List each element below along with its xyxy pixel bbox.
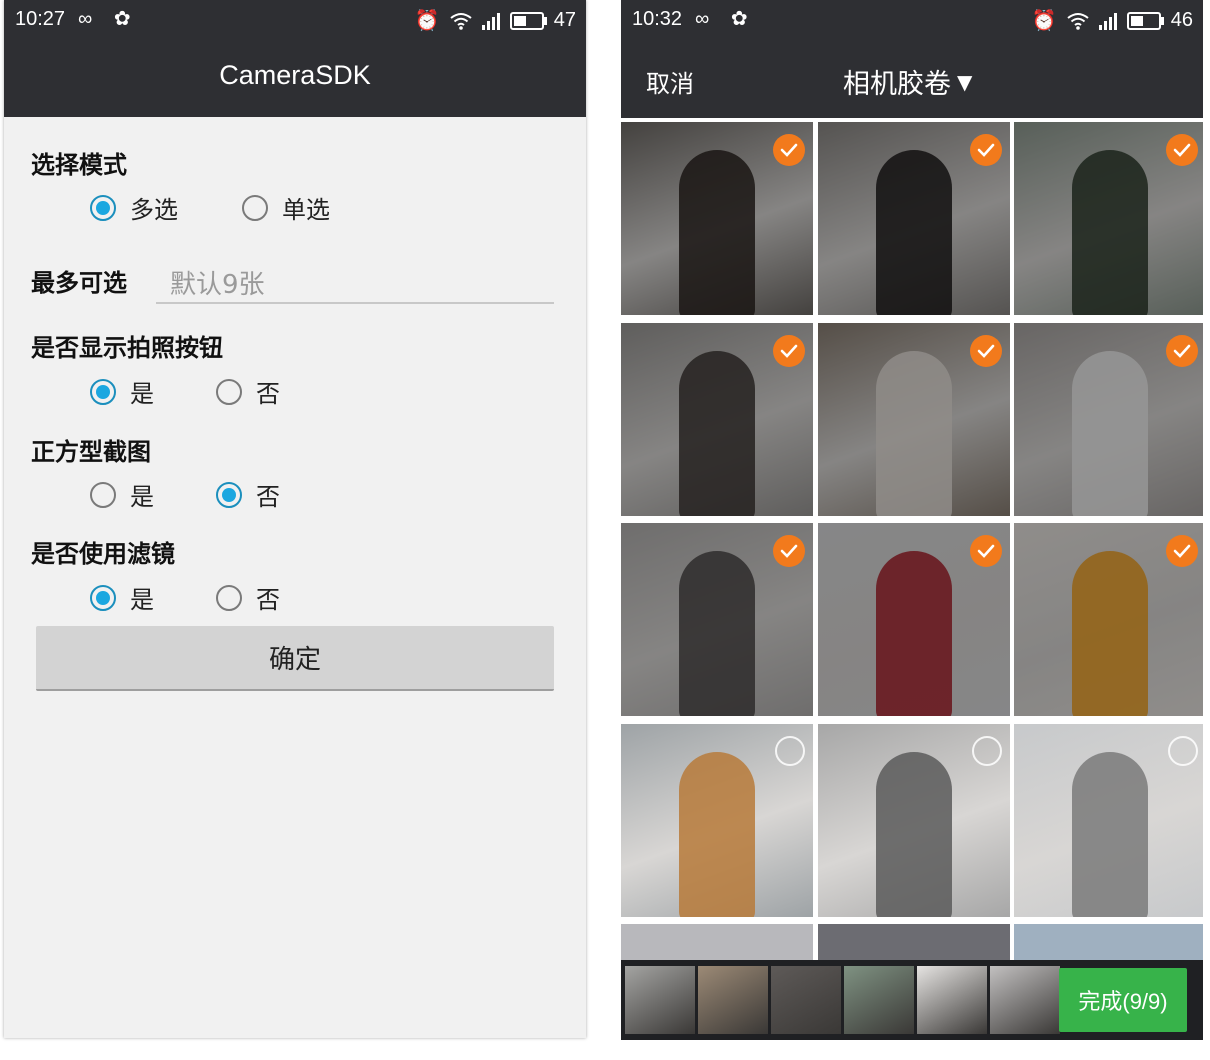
photo-subject [1072,752,1148,917]
battery-level: 46 [1170,9,1193,31]
radio-multi[interactable]: 多选 [90,190,178,225]
checkmark-icon[interactable] [970,535,1002,567]
config-screen: 10:27 ∞ ✿ ⏰ 47 CameraSDK 选择模式 多选 单选 最多可选… [4,0,586,1038]
wifi-icon [450,12,472,30]
selected-thumbnail[interactable] [990,966,1060,1034]
radio-filter-yes-label: 是 [130,586,154,614]
radio-filter-no-label: 否 [256,586,280,614]
selected-thumbnail[interactable] [771,966,841,1034]
max-select-input[interactable]: 默认9张 [156,264,554,304]
notification-icons: ∞ ✿ [695,8,756,30]
radio-camera-no-circle[interactable] [216,378,242,405]
photo-cell[interactable] [1014,924,1203,964]
checkmark-icon[interactable] [1166,134,1198,166]
wifi-icon [1067,12,1089,30]
photo-cell[interactable] [1014,523,1203,716]
radio-crop-no[interactable]: 否 [216,477,280,512]
checkmark-icon[interactable] [773,335,805,367]
select-mode-label: 选择模式 [31,151,127,179]
signal-icon [1098,12,1117,30]
app-bar: 10:27 ∞ ✿ ⏰ 47 CameraSDK [4,0,586,117]
radio-multi-circle[interactable] [90,194,116,221]
photo-cell[interactable] [818,724,1010,917]
radio-camera-no[interactable]: 否 [216,374,280,409]
radio-single-circle[interactable] [242,194,268,221]
photo-cell[interactable] [621,523,813,716]
select-circle-icon[interactable] [1168,736,1198,766]
album-selector[interactable]: 相机胶卷 ▼ [843,62,972,101]
radio-camera-yes-label: 是 [130,380,154,408]
photo-cell[interactable] [621,924,813,964]
checkmark-icon[interactable] [970,134,1002,166]
notification-icons: ∞ ✿ [78,8,139,30]
radio-crop-yes-circle[interactable] [90,481,116,508]
battery-level: 47 [553,9,576,31]
picker-app-bar: 10:32 ∞ ✿ ⏰ 46 取消 相机胶卷 ▼ [621,0,1203,118]
radio-camera-yes-circle[interactable] [90,378,116,405]
status-right: ⏰ 46 [1032,8,1193,33]
radio-filter-no[interactable]: 否 [216,580,280,615]
checkmark-icon[interactable] [1166,335,1198,367]
photo-cell[interactable] [621,323,813,516]
photo-cell[interactable] [621,724,813,917]
battery-icon [1126,11,1164,30]
select-circle-icon[interactable] [775,736,805,766]
dropdown-caret-icon: ▼ [957,69,973,94]
radio-single[interactable]: 单选 [242,190,330,225]
photo-cell[interactable] [1014,122,1203,315]
photo-cell[interactable] [818,924,1010,964]
radio-crop-no-circle[interactable] [216,481,242,508]
status-time: 10:27 [15,8,66,30]
status-right: ⏰ 47 [415,8,576,33]
confirm-button[interactable]: 确定 [36,626,554,691]
photo-subject [876,752,952,917]
alarm-icon: ⏰ [414,10,440,32]
photo-cell[interactable] [818,523,1010,716]
radio-crop-no-label: 否 [256,483,280,511]
radio-camera-yes[interactable]: 是 [90,374,154,409]
photo-cell[interactable] [621,122,813,315]
radio-filter-yes-circle[interactable] [90,584,116,611]
checkmark-icon[interactable] [773,134,805,166]
checkmark-icon[interactable] [773,535,805,567]
photo-cell[interactable] [1014,323,1203,516]
checkmark-icon[interactable] [970,335,1002,367]
done-button[interactable]: 完成(9/9) [1059,968,1187,1032]
signal-icon [481,12,500,30]
radio-single-label: 单选 [282,196,330,224]
alarm-icon: ⏰ [1031,10,1057,32]
selected-thumbnail[interactable] [917,966,987,1034]
show-camera-label: 是否显示拍照按钮 [31,334,223,362]
use-filter-label: 是否使用滤镜 [31,540,175,568]
app-title: CameraSDK [219,60,371,90]
radio-camera-no-label: 否 [256,380,280,408]
album-title: 相机胶卷 [843,69,951,100]
photo-cell[interactable] [1014,724,1203,917]
photo-cell[interactable] [818,323,1010,516]
select-circle-icon[interactable] [972,736,1002,766]
radio-crop-yes-label: 是 [130,483,154,511]
max-select-label: 最多可选 [31,269,127,297]
status-time: 10:32 [632,8,683,30]
selected-thumbnail[interactable] [698,966,768,1034]
radio-filter-yes[interactable]: 是 [90,580,154,615]
status-bar: 10:27 ∞ ✿ ⏰ 47 [4,0,586,38]
status-bar: 10:32 ∞ ✿ ⏰ 46 [621,0,1203,38]
selected-thumbnail[interactable] [844,966,914,1034]
selected-thumbnail[interactable] [625,966,695,1034]
square-crop-label: 正方型截图 [31,438,151,466]
radio-crop-yes[interactable]: 是 [90,477,154,512]
photo-subject [679,752,755,917]
photo-cell[interactable] [818,122,1010,315]
photo-picker-screen: 10:32 ∞ ✿ ⏰ 46 取消 相机胶卷 ▼ 完成(9/9) [621,0,1203,1040]
checkmark-icon[interactable] [1166,535,1198,567]
cancel-button[interactable]: 取消 [646,64,694,99]
max-select-placeholder: 默认9张 [170,270,265,300]
radio-multi-label: 多选 [130,196,178,224]
radio-filter-no-circle[interactable] [216,584,242,611]
battery-icon [509,11,547,30]
